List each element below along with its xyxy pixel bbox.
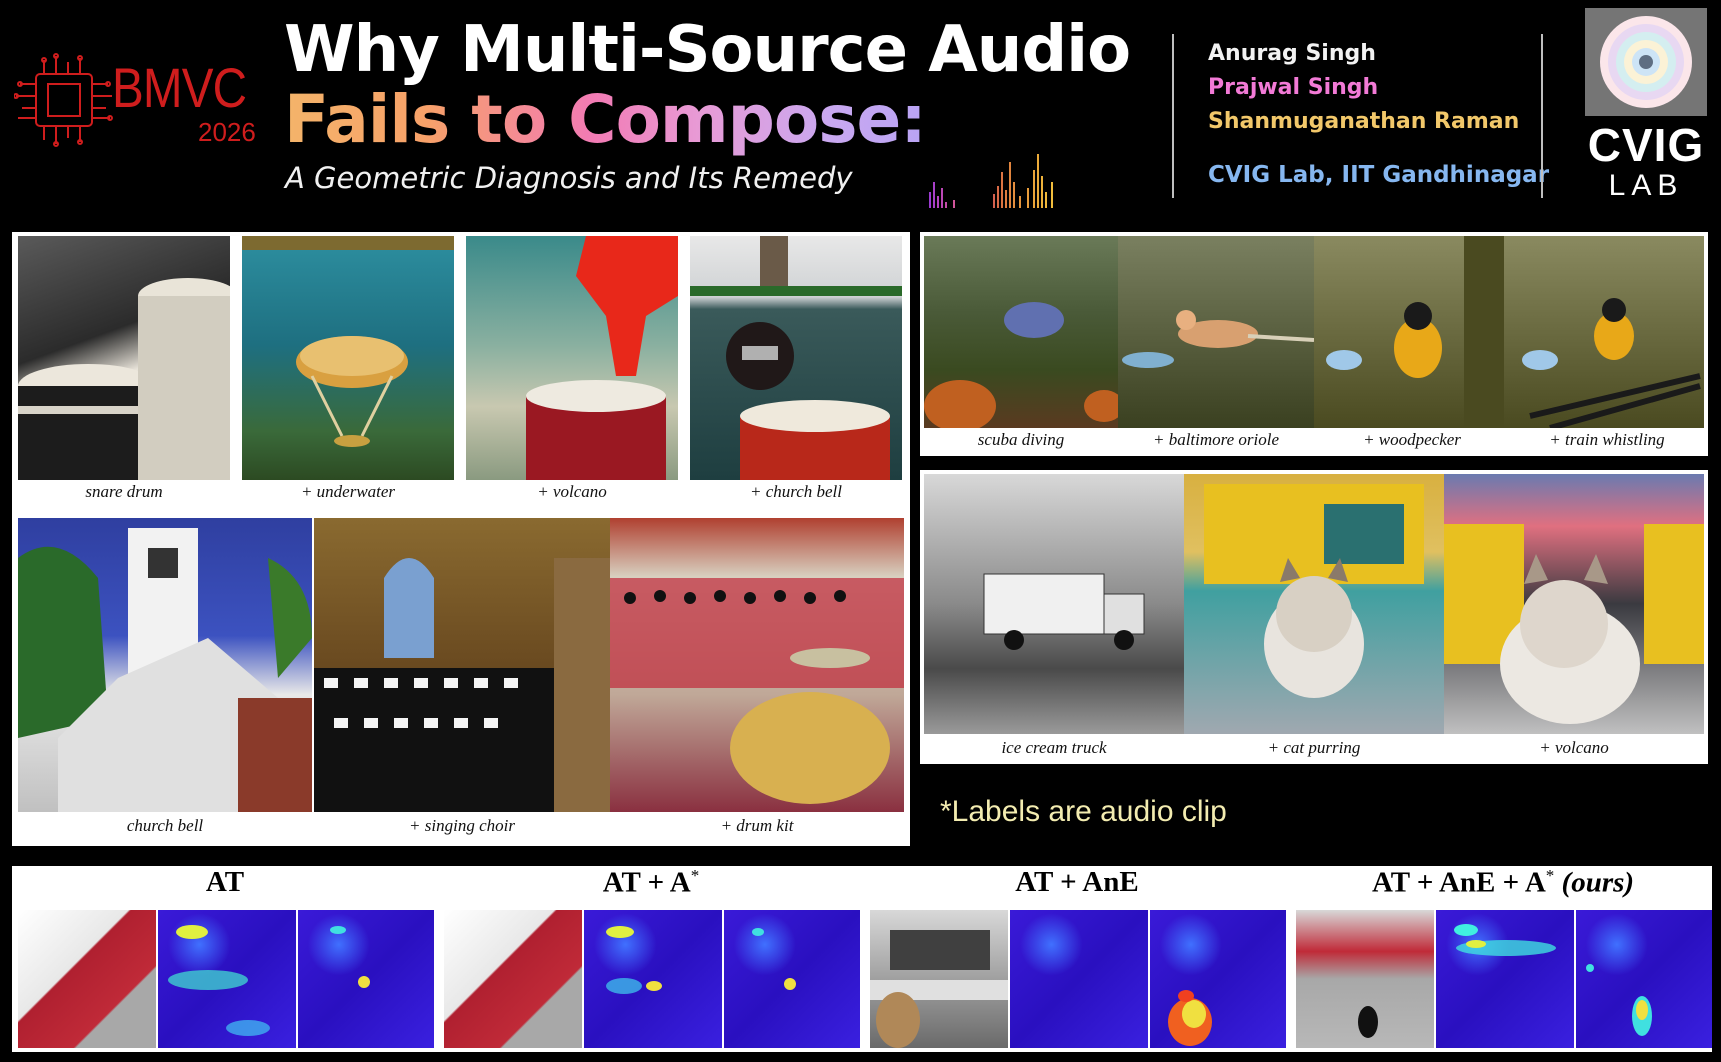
- image-caption: church bell: [126, 816, 204, 835]
- image-caption: + train whistling: [1549, 430, 1665, 449]
- method-header-at-astar: AT + A*: [438, 866, 864, 900]
- conference-year: 2026: [198, 117, 256, 147]
- image-caption: + cat purring: [1267, 738, 1361, 757]
- author-name: Shanmuganathan Raman: [1208, 109, 1520, 134]
- attention-heatmap: [1150, 910, 1286, 1048]
- generated-image-underwater: [242, 236, 454, 480]
- attention-heatmap: [724, 910, 860, 1048]
- generated-image-scuba-diving: [924, 236, 1118, 428]
- image-caption: snare drum: [85, 482, 163, 501]
- method-header-ours: AT + AnE + A* (ours): [1290, 866, 1716, 900]
- affiliation: CVIG Lab, IIT Gandhinagar: [1208, 162, 1550, 188]
- audio-waveform-icon: [929, 154, 1053, 208]
- attention-heatmap: [158, 910, 296, 1048]
- method-name: AT + AnE + A: [1371, 866, 1546, 899]
- method-name: AT + A: [602, 866, 691, 899]
- method-header-at: AT: [12, 866, 438, 899]
- lab-target-logo-icon: [1600, 16, 1692, 108]
- image-caption: scuba diving: [977, 430, 1065, 449]
- image-caption: ice cream truck: [1001, 738, 1107, 757]
- input-image-truck-cat: [1296, 910, 1434, 1048]
- image-caption: + volcano: [537, 482, 607, 501]
- method-header-at-ane: AT + AnE: [864, 866, 1290, 899]
- input-image-bus-cat: [870, 910, 1008, 1048]
- header-divider: [1172, 34, 1174, 198]
- attention-heatmap: [1436, 910, 1574, 1048]
- generated-image-drum-kit: [610, 518, 904, 812]
- header-divider: [1541, 34, 1543, 198]
- generated-image-woodpecker: [1314, 236, 1510, 428]
- author-name: Prajwal Singh: [1208, 75, 1379, 100]
- generated-image-cat-purring: [1184, 474, 1444, 734]
- figure-panel-a: snare drum + underwater + volcano + chur…: [12, 232, 910, 846]
- image-caption: + woodpecker: [1363, 430, 1461, 449]
- method-name: AT + AnE: [1015, 866, 1139, 898]
- image-caption: + volcano: [1539, 738, 1609, 757]
- method-name: AT: [205, 866, 245, 898]
- generated-image-singing-choir: [314, 518, 610, 812]
- image-caption: + underwater: [300, 482, 396, 501]
- attention-heatmap: [298, 910, 434, 1048]
- conference-name: BMVC: [112, 56, 247, 119]
- ours-label: (ours): [1561, 866, 1635, 899]
- input-image-fire-truck: [18, 910, 156, 1048]
- generated-image-volcano: [466, 236, 678, 480]
- lab-logo-text: CVIG: [1587, 119, 1705, 171]
- poster-title-line2: Fails to Compose:: [284, 81, 927, 158]
- image-caption: + baltimore oriole: [1152, 430, 1280, 449]
- generated-image-church-bell: [690, 236, 902, 480]
- bmvc-circuit-logo-icon: [14, 53, 113, 147]
- cvig-lab-logo: [1585, 8, 1707, 116]
- image-caption: + drum kit: [720, 816, 794, 835]
- attention-heatmap: [1010, 910, 1148, 1048]
- generated-image-ice-cream-truck: [924, 474, 1184, 734]
- poster-title-line1: Why Multi-Source Audio: [284, 13, 1131, 87]
- poster-subtitle: A Geometric Diagnosis and Its Remedy: [285, 161, 853, 195]
- generated-image-train-whistling: [1510, 236, 1704, 428]
- generated-image-volcano-cat: [1444, 474, 1704, 734]
- attention-heatmap: [584, 910, 722, 1048]
- author-name: Anurag Singh: [1208, 41, 1376, 66]
- lab-logo-subtext: LAB: [1608, 169, 1684, 202]
- method-superscript: *: [1545, 866, 1555, 885]
- figure-panel-c: ice cream truck + cat purring + volcano: [920, 470, 1708, 764]
- image-caption: + church bell: [749, 482, 843, 501]
- figure-panel-b: scuba diving + baltimore oriole + woodpe…: [920, 232, 1708, 456]
- image-caption: + singing choir: [409, 816, 515, 835]
- audio-label-note: *Labels are audio clip: [940, 795, 1227, 828]
- method-superscript: *: [690, 866, 700, 885]
- generated-image-church-tower: [18, 518, 312, 812]
- input-image-fire-truck: [444, 910, 582, 1048]
- generated-image-baltimore-oriole: [1118, 236, 1314, 428]
- attention-heatmap: [1576, 910, 1712, 1048]
- generated-image-snare-drum: [18, 236, 230, 480]
